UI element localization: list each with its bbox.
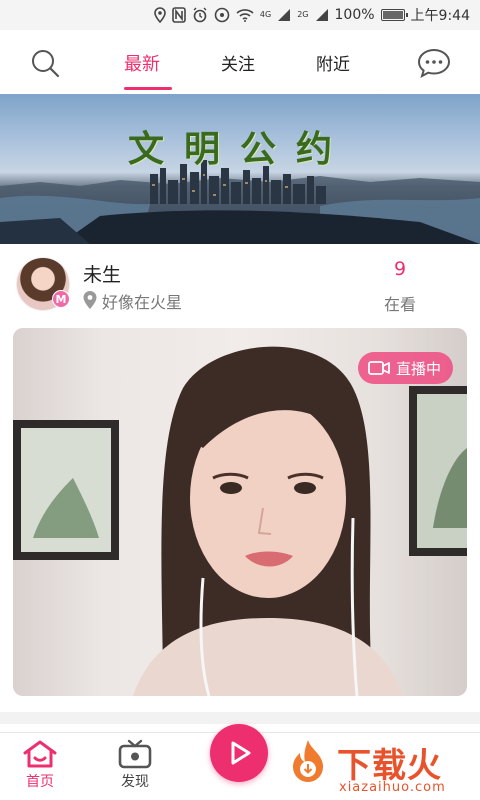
location-pin-icon (83, 291, 97, 309)
live-badge: 直播中 (357, 352, 453, 384)
nfc-icon (172, 7, 186, 23)
play-icon (231, 741, 251, 765)
viewer-label: 在看 (383, 295, 416, 314)
search-button[interactable] (28, 46, 62, 80)
battery-icon (380, 9, 408, 21)
status-icons: 4G 2G (154, 7, 329, 23)
status-bar: 4G 2G 100% 上午9:44 (0, 0, 480, 30)
active-tab-indicator (124, 87, 172, 90)
messages-button[interactable] (416, 46, 452, 80)
signal-icon-2 (315, 9, 328, 21)
tv-icon (118, 739, 152, 769)
tab-home[interactable]: 首页 (10, 739, 70, 791)
card-divider (0, 712, 480, 724)
tab-discover[interactable]: 发现 (105, 739, 165, 791)
tab-following[interactable]: 关注 (221, 50, 255, 75)
watermark-subtitle: xiazaihuo.com (339, 780, 446, 795)
live-label: 直播中 (395, 359, 441, 378)
tab-latest[interactable]: 最新 (124, 50, 160, 76)
home-icon (23, 740, 57, 768)
eye-comfort-icon (214, 7, 230, 23)
tab-discover-label: 发现 (121, 774, 149, 790)
go-live-button[interactable] (210, 724, 268, 782)
promo-banner[interactable]: 文明公约 (0, 94, 480, 244)
clock: 上午9:44 (410, 8, 470, 24)
site-watermark: 下载火 xiazaihuo.com (285, 736, 480, 800)
flame-logo-icon (293, 740, 323, 782)
signal-icon (278, 9, 291, 21)
live-stream-card[interactable]: 直播中 (13, 328, 467, 696)
tab-home-label: 首页 (26, 774, 54, 790)
top-navigation: 最新 关注 附近 (0, 30, 480, 94)
streamer-info-row[interactable]: M 未生 好像在火星 9 在看 (0, 244, 480, 328)
level-badge: M (52, 290, 70, 308)
alarm-icon (193, 7, 207, 23)
location-icon (154, 7, 166, 23)
wifi-icon (236, 9, 254, 22)
network-type-2: 2G (297, 10, 309, 19)
streamer-name: 未生 (83, 264, 122, 286)
chat-bubble-icon (417, 48, 451, 79)
banner-title: 文明公约 (127, 128, 352, 170)
video-camera-icon (368, 361, 390, 375)
battery-percent: 100% (334, 7, 375, 23)
tab-nearby[interactable]: 附近 (316, 50, 350, 75)
network-type-1: 4G (259, 10, 272, 19)
streamer-location: 好像在火星 (102, 293, 183, 312)
search-icon (32, 50, 60, 78)
viewer-count: 9 (393, 258, 407, 280)
